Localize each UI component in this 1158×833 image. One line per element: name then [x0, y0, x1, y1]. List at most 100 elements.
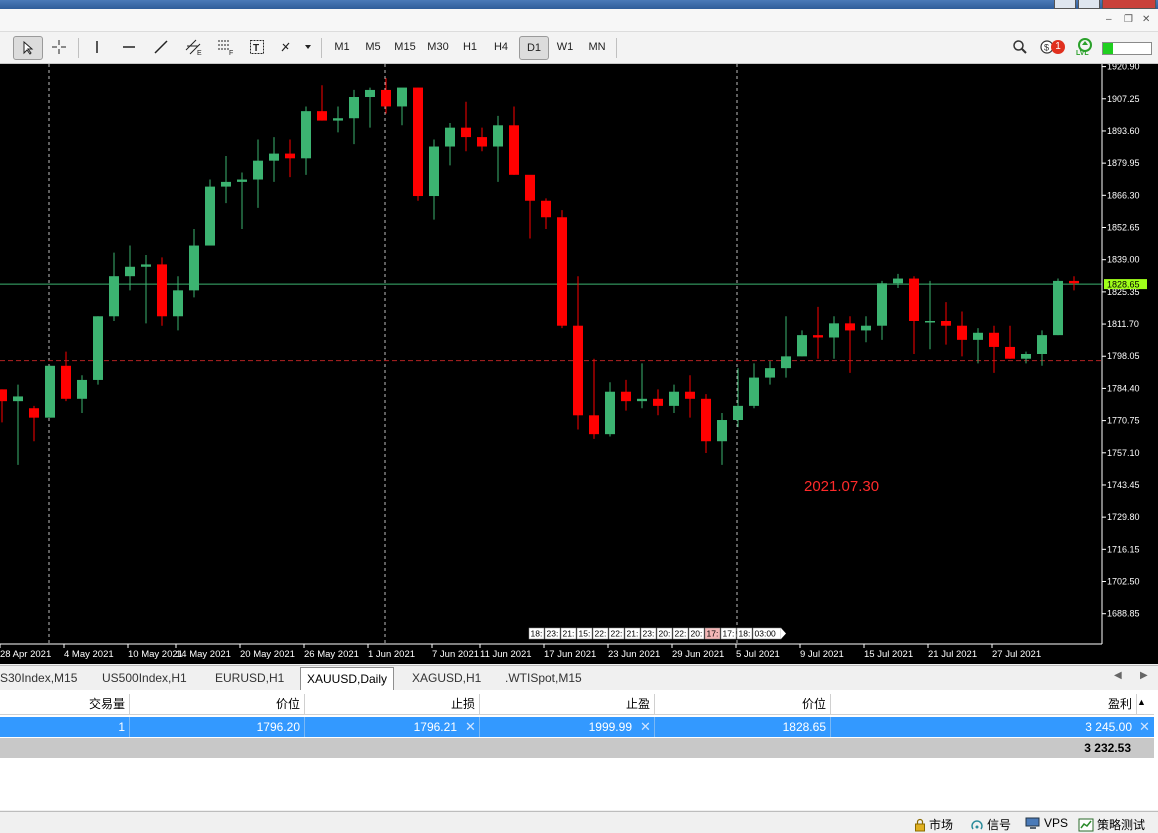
candle-body[interactable]	[317, 111, 327, 121]
header-take-profit[interactable]: 止盈	[480, 694, 655, 714]
candle-body[interactable]	[413, 87, 423, 197]
tab-eurusd[interactable]: EURUSD,H1	[215, 668, 284, 688]
minimize-button[interactable]	[1054, 0, 1076, 9]
chart-canvas[interactable]: 1920.90 1907.25 1893.60 1879.95 1866.30 1852.…	[0, 64, 1158, 664]
tab-s30index[interactable]: S30Index,M15	[0, 668, 77, 688]
candle-body[interactable]	[589, 415, 599, 435]
candle-body[interactable]	[797, 335, 807, 357]
candle-body[interactable]	[573, 325, 583, 416]
candle-body[interactable]	[285, 153, 295, 159]
candle-body[interactable]	[749, 377, 759, 406]
table-row[interactable]: 1 1796.20 1796.21 ✕ 1999.99 ✕ 1828.65 3 …	[0, 717, 1154, 737]
horizontal-line-tool-button[interactable]	[118, 36, 140, 58]
level-button[interactable]: LVL	[1074, 36, 1096, 58]
candle-body[interactable]	[237, 179, 247, 182]
candle-body[interactable]	[221, 181, 231, 187]
candle-body[interactable]	[717, 420, 727, 442]
candle-body[interactable]	[365, 89, 375, 98]
timeframe-m5[interactable]: M5	[361, 36, 385, 58]
header-stop-loss[interactable]: 止损	[305, 694, 480, 714]
remove-take-profit-icon[interactable]: ✕	[640, 719, 651, 735]
tabs-scroll-right-icon[interactable]: ▶	[1140, 670, 1148, 681]
tab-xauusd[interactable]: XAUUSD,Daily	[300, 667, 395, 690]
candle-body[interactable]	[989, 332, 999, 347]
candle-body[interactable]	[77, 379, 87, 399]
candle-body[interactable]	[445, 127, 455, 147]
close-position-icon[interactable]: ✕	[1139, 719, 1150, 735]
candle-body[interactable]	[877, 283, 887, 326]
header-volume[interactable]: 交易量	[0, 694, 130, 714]
sort-ascending-icon[interactable]: ▲	[1137, 697, 1146, 707]
crosshair-tool-button[interactable]	[46, 36, 72, 58]
candle-body[interactable]	[157, 264, 167, 317]
candle-body[interactable]	[93, 316, 103, 380]
candle-body[interactable]	[701, 398, 711, 442]
candle-body[interactable]	[269, 153, 279, 161]
candle-body[interactable]	[45, 365, 55, 418]
candle-body[interactable]	[829, 323, 839, 338]
timeframe-w1[interactable]: W1	[553, 36, 577, 58]
candle-body[interactable]	[893, 278, 903, 284]
candle-body[interactable]	[1069, 280, 1079, 284]
candle-body[interactable]	[861, 325, 871, 331]
candle-body[interactable]	[109, 276, 119, 317]
candle-body[interactable]	[333, 118, 343, 121]
candle-body[interactable]	[173, 290, 183, 317]
candle-body[interactable]	[909, 278, 919, 321]
market-button[interactable]: 市场	[914, 816, 953, 833]
candle-body[interactable]	[557, 217, 567, 326]
mdi-restore-icon[interactable]: ❐	[1124, 14, 1133, 25]
candle-body[interactable]	[685, 391, 695, 399]
candle-body[interactable]	[349, 97, 359, 119]
candle-body[interactable]	[397, 87, 407, 107]
candle-body[interactable]	[381, 89, 391, 107]
candle-body[interactable]	[765, 368, 775, 378]
candle-body[interactable]	[733, 405, 743, 421]
text-tool-button[interactable]: T	[246, 36, 268, 58]
close-button[interactable]	[1102, 0, 1156, 9]
signals-button[interactable]: 信号	[970, 816, 1011, 833]
equidistant-channel-tool-button[interactable]: E	[182, 36, 206, 58]
tabs-scroll-left-icon[interactable]: ◀	[1114, 670, 1122, 681]
candle-body[interactable]	[189, 245, 199, 291]
candle-body[interactable]	[493, 125, 503, 147]
candle-body[interactable]	[781, 356, 791, 369]
maximize-button[interactable]	[1078, 0, 1100, 9]
candle-body[interactable]	[973, 332, 983, 340]
candle-body[interactable]	[477, 137, 487, 147]
candle-body[interactable]	[653, 398, 663, 406]
header-open-price[interactable]: 价位	[130, 694, 305, 714]
tab-wtispot[interactable]: .WTISpot,M15	[505, 668, 582, 688]
candle-body[interactable]	[29, 408, 39, 418]
strategy-tester-button[interactable]: 策略测试	[1078, 816, 1145, 833]
shapes-dropdown-button[interactable]	[278, 36, 314, 58]
fibonacci-tool-button[interactable]: F	[214, 36, 238, 58]
vps-button[interactable]: VPS	[1025, 816, 1068, 830]
candle-body[interactable]	[1053, 280, 1063, 336]
timeframe-h1[interactable]: H1	[458, 36, 482, 58]
price-chart[interactable]: 1920.90 1907.25 1893.60 1879.95 1866.30 1852.…	[0, 64, 1158, 664]
candle-body[interactable]	[605, 391, 615, 435]
candle-body[interactable]	[941, 320, 951, 326]
candle-body[interactable]	[205, 186, 215, 246]
candle-body[interactable]	[637, 398, 647, 402]
candle-body[interactable]	[13, 396, 23, 402]
candle-body[interactable]	[925, 320, 935, 323]
header-current-price[interactable]: 价位	[655, 694, 831, 714]
candle-body[interactable]	[621, 391, 631, 402]
candle-body[interactable]	[669, 391, 679, 406]
tab-xagusd[interactable]: XAGUSD,H1	[412, 668, 481, 688]
mdi-close-icon[interactable]: ✕	[1142, 14, 1150, 25]
tab-us500index[interactable]: US500Index,H1	[102, 668, 187, 688]
cursor-tool-button[interactable]	[13, 36, 43, 60]
search-button[interactable]	[1010, 36, 1030, 58]
trendline-tool-button[interactable]	[150, 36, 172, 58]
timeframe-m1[interactable]: M1	[330, 36, 354, 58]
candle-body[interactable]	[541, 200, 551, 218]
candle-body[interactable]	[253, 160, 263, 180]
candle-body[interactable]	[957, 325, 967, 340]
cell-take-profit[interactable]: 1999.99	[480, 717, 655, 737]
vertical-line-tool-button[interactable]	[86, 36, 108, 58]
header-profit[interactable]: 盈利	[831, 694, 1137, 714]
candle-body[interactable]	[461, 127, 471, 138]
